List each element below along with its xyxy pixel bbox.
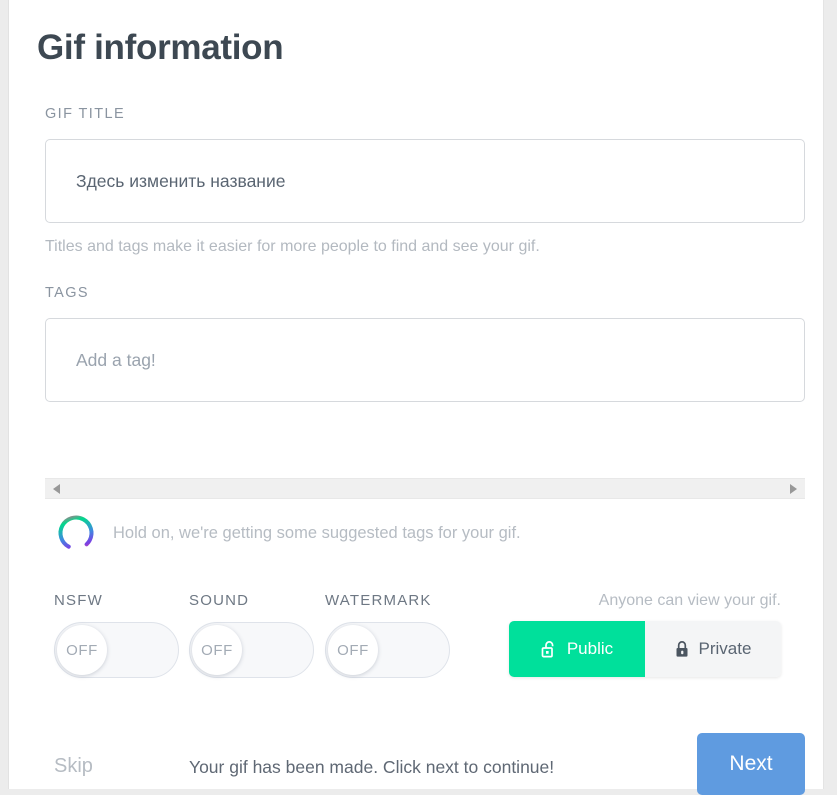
loading-spinner-icon bbox=[58, 515, 94, 551]
toggle-watermark-state: OFF bbox=[328, 625, 378, 675]
content-card: Gif information GIF TITLE Titles and tag… bbox=[8, 0, 824, 795]
page-root: Gif information GIF TITLE Titles and tag… bbox=[0, 0, 837, 795]
toggle-label-sound: SOUND bbox=[189, 592, 250, 609]
gif-title-helper-text: Titles and tags make it easier for more … bbox=[45, 238, 540, 255]
privacy-section: Anyone can view your gif. Public Private bbox=[509, 592, 781, 677]
skip-button[interactable]: Skip bbox=[54, 755, 93, 778]
unlock-icon bbox=[541, 640, 554, 657]
footer-status-message: Your gif has been made. Click next to co… bbox=[189, 757, 555, 777]
suggested-tags-loading-text: Hold on, we're getting some suggested ta… bbox=[113, 523, 521, 542]
page-title: Gif information bbox=[37, 28, 284, 67]
next-button[interactable]: Next bbox=[697, 733, 805, 795]
triangle-right-icon[interactable] bbox=[790, 483, 797, 494]
lock-icon bbox=[676, 640, 688, 657]
triangle-left-icon[interactable] bbox=[53, 483, 60, 494]
gif-title-input[interactable] bbox=[45, 139, 805, 223]
tags-label: TAGS bbox=[45, 285, 90, 301]
gif-title-label: GIF TITLE bbox=[45, 106, 126, 122]
public-button[interactable]: Public bbox=[509, 621, 645, 677]
privacy-button-group: Public Private bbox=[509, 621, 781, 677]
private-button[interactable]: Private bbox=[645, 621, 781, 677]
toggle-group-nsfw: NSFW OFF bbox=[54, 592, 179, 678]
toggle-label-nsfw: NSFW bbox=[54, 592, 103, 609]
suggested-tags-loading: Hold on, we're getting some suggested ta… bbox=[55, 512, 521, 554]
tags-input[interactable] bbox=[45, 318, 805, 402]
privacy-note: Anyone can view your gif. bbox=[598, 592, 781, 609]
toggle-group-sound: SOUND OFF bbox=[189, 592, 314, 678]
toggle-nsfw-state: OFF bbox=[57, 625, 107, 675]
horizontal-scrollbar[interactable] bbox=[45, 478, 805, 499]
private-button-label: Private bbox=[698, 639, 752, 658]
public-button-label: Public bbox=[566, 639, 614, 658]
toggle-group-watermark: WATERMARK OFF bbox=[325, 592, 450, 678]
toggle-nsfw[interactable]: OFF bbox=[54, 622, 179, 678]
toggle-label-watermark: WATERMARK bbox=[325, 592, 432, 609]
toggle-sound[interactable]: OFF bbox=[189, 622, 314, 678]
toggle-watermark[interactable]: OFF bbox=[325, 622, 450, 678]
toggle-sound-state: OFF bbox=[192, 625, 242, 675]
